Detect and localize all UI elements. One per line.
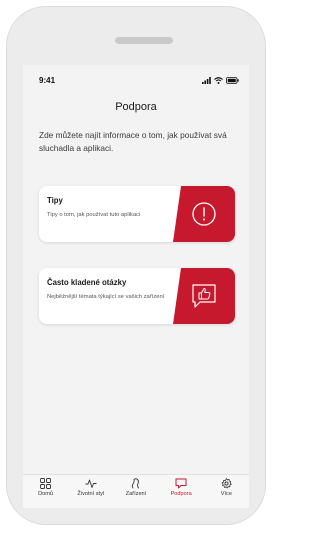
gear-icon [221, 478, 232, 489]
tab-more-label: Více [220, 491, 232, 497]
wifi-icon [214, 77, 223, 84]
faq-card-title: Často kladené otázky [47, 278, 127, 287]
tab-support[interactable]: Podpora [160, 478, 202, 497]
grid-icon [40, 478, 52, 489]
intro-text: Zde můžete najít informace o tom, jak po… [39, 130, 227, 153]
tips-card-description: Tipy o tom, jak používat tuto aplikaci [47, 212, 141, 218]
signal-icon [202, 77, 211, 84]
tab-lifestyle-label: Životní styl [77, 491, 105, 497]
activity-icon [85, 479, 97, 488]
faq-card-description: Nejběžnější témata týkající se vašich za… [47, 294, 165, 300]
status-icons [202, 76, 239, 84]
tab-support-label: Podpora [170, 491, 192, 497]
tab-devices-label: Zařízení [125, 491, 147, 497]
tab-more[interactable]: Více [205, 478, 247, 497]
chat-icon [175, 478, 187, 489]
hearing-aid-icon [132, 478, 140, 489]
tab-home[interactable]: Domů [25, 478, 67, 497]
phone-frame: 9:41 Podpora Zde můžete najít informace … [6, 6, 266, 525]
faq-card-icon-panel [173, 268, 235, 324]
battery-icon [226, 77, 239, 84]
tab-home-label: Domů [38, 491, 54, 497]
phone-speaker [115, 37, 173, 44]
status-bar: 9:41 [23, 65, 249, 95]
tab-lifestyle[interactable]: Životní styl [70, 478, 112, 497]
page-title: Podpora [115, 101, 157, 113]
faq-card[interactable]: Často kladené otázky Nejběžnější témata … [39, 268, 235, 324]
tab-devices[interactable]: Zařízení [115, 478, 157, 497]
thumbs-up-speech-icon [192, 284, 216, 308]
app-screen: 9:41 Podpora Zde můžete najít informace … [23, 65, 249, 508]
tips-card[interactable]: Tipy Tipy o tom, jak používat tuto aplik… [39, 186, 235, 242]
tab-bar: Domů Životní styl Zařízení Podpora Více [23, 474, 249, 508]
exclamation-circle-icon [192, 202, 216, 226]
status-time: 9:41 [39, 76, 56, 85]
tips-card-title: Tipy [47, 196, 63, 205]
tips-card-icon-panel [173, 186, 235, 242]
